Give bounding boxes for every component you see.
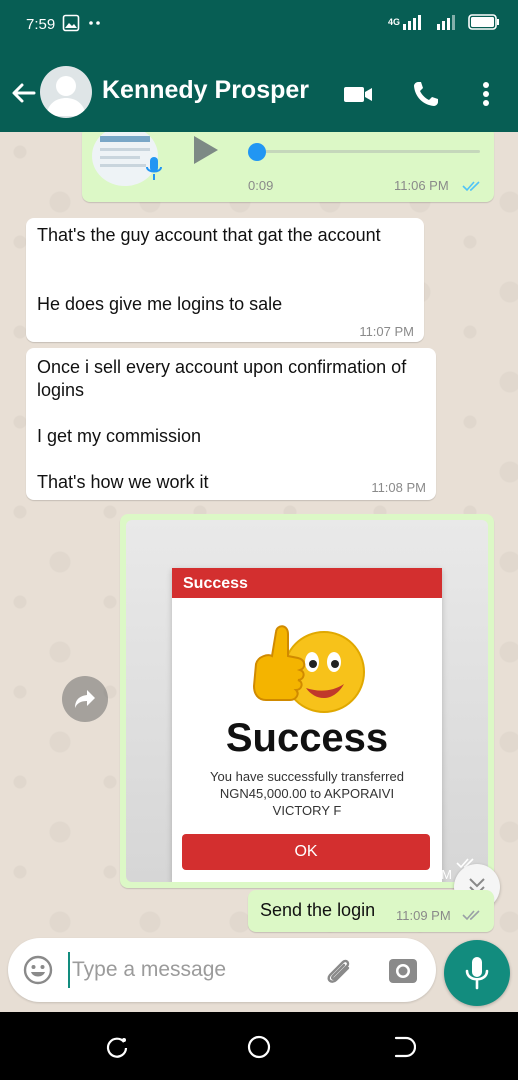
contact-name[interactable]: Kennedy Prosper xyxy=(102,76,309,105)
message-time: 11:06 PM xyxy=(394,178,449,193)
screenshot-ok-button: OK xyxy=(182,834,430,870)
message-text: Once i sell every account upon confirmat… xyxy=(37,357,407,492)
battery-icon xyxy=(468,14,499,30)
image-message-bubble[interactable]: Success Success You have successfully tr… xyxy=(120,514,494,888)
screenshot-dialog: Success Success You have successfully tr… xyxy=(172,568,442,882)
message-time: 11:09 PM xyxy=(396,908,451,923)
chat-area[interactable]: 0:09 11:06 PM That's the guy account tha… xyxy=(0,132,518,940)
message-composer xyxy=(8,938,436,1002)
mic-icon xyxy=(465,957,489,990)
read-receipt-icon xyxy=(462,181,480,192)
incoming-message[interactable]: That's the guy account that gat the acco… xyxy=(26,218,424,342)
message-time: 11:07 PM xyxy=(359,324,414,339)
thumbs-up-emoji-icon xyxy=(252,625,365,713)
voice-duration: 0:09 xyxy=(248,178,274,193)
more-dots-icon xyxy=(89,21,100,25)
screenshot-success-title: Success xyxy=(225,716,389,760)
forward-arrow-icon xyxy=(75,690,95,708)
read-receipt-icon xyxy=(462,910,480,921)
voice-progress-track[interactable] xyxy=(254,150,480,153)
gallery-icon xyxy=(62,14,80,32)
message-input[interactable] xyxy=(68,952,308,988)
forward-button[interactable] xyxy=(62,676,108,722)
incoming-message[interactable]: Once i sell every account upon confirmat… xyxy=(26,348,436,500)
home-nav-icon[interactable] xyxy=(246,1034,272,1060)
screenshot-transfer-description: You have successfully transferred NGN45,… xyxy=(210,769,404,818)
outgoing-message[interactable]: Send the login 11:09 PM xyxy=(248,890,494,932)
mic-badge-icon xyxy=(146,157,162,180)
back-nav-icon[interactable] xyxy=(390,1034,416,1060)
default-avatar-icon xyxy=(46,76,86,116)
system-navigation-bar xyxy=(0,1012,518,1080)
voice-call-icon[interactable] xyxy=(410,78,442,110)
chat-header: Kennedy Prosper xyxy=(0,52,518,132)
status-time: 7:59 xyxy=(26,16,56,33)
video-call-icon[interactable] xyxy=(342,78,374,110)
message-text: Send the login xyxy=(260,900,376,920)
play-icon[interactable] xyxy=(192,134,220,166)
message-text: That's the guy account that gat the acco… xyxy=(37,225,381,314)
message-time: 11:08 PM xyxy=(371,480,426,495)
voice-message-bubble: 0:09 11:06 PM xyxy=(82,132,494,202)
recents-nav-icon[interactable] xyxy=(104,1034,130,1060)
back-arrow-icon[interactable] xyxy=(8,78,38,108)
message-time: 11:09 PM xyxy=(397,867,452,882)
emoji-icon[interactable] xyxy=(22,954,54,986)
voice-record-button[interactable] xyxy=(444,940,510,1006)
contact-avatar[interactable] xyxy=(40,66,92,118)
screenshot-dialog-header: Success xyxy=(172,568,442,598)
network-type-label: 4G xyxy=(387,17,400,27)
shared-image[interactable]: Success Success You have successfully tr… xyxy=(126,520,488,882)
overflow-menu-icon[interactable] xyxy=(470,78,502,110)
voice-progress-knob[interactable] xyxy=(248,143,266,161)
signal-icon xyxy=(403,15,421,30)
status-bar: 7:59 4G xyxy=(0,0,518,52)
attach-icon[interactable] xyxy=(322,954,356,986)
camera-icon[interactable] xyxy=(388,956,418,984)
signal-2-icon xyxy=(437,15,455,30)
